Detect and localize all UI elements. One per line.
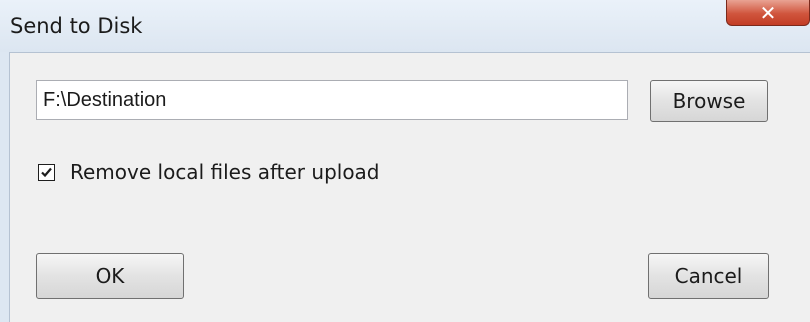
cancel-button[interactable]: Cancel (648, 253, 769, 299)
window-title: Send to Disk (10, 14, 143, 38)
browse-button[interactable]: Browse (650, 80, 768, 122)
checkmark-icon (41, 167, 52, 178)
browse-button-label: Browse (672, 89, 746, 113)
ok-button-label: OK (95, 264, 125, 288)
cancel-button-label: Cancel (674, 264, 743, 288)
remove-local-files-label[interactable]: Remove local files after upload (70, 160, 380, 184)
title-bar[interactable]: Send to Disk ✕ (0, 0, 810, 52)
dialog-window: Send to Disk ✕ Browse Remove local files… (0, 0, 810, 322)
destination-path-input[interactable] (36, 80, 628, 120)
close-button[interactable]: ✕ (726, 0, 810, 26)
remove-local-files-checkbox[interactable] (38, 164, 55, 181)
ok-button[interactable]: OK (36, 253, 184, 299)
close-icon: ✕ (759, 0, 777, 25)
